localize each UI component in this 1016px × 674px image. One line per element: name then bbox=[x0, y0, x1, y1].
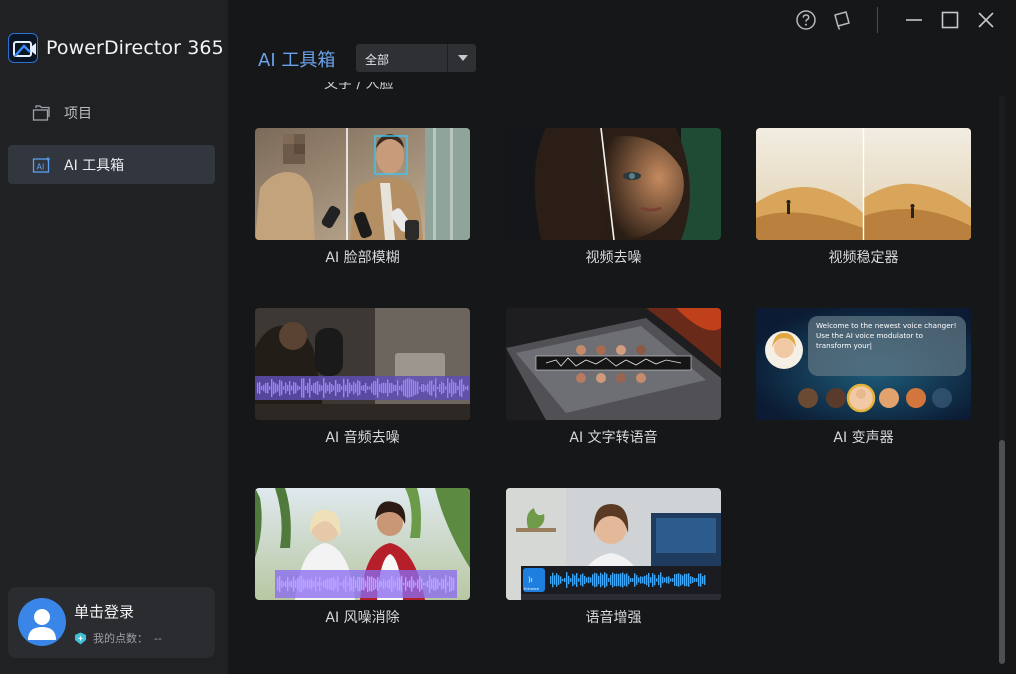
user-avatar-icon[interactable] bbox=[18, 598, 66, 646]
app-name: PowerDirector 365 bbox=[46, 37, 224, 59]
points-value: -- bbox=[154, 631, 162, 645]
points-label: 我的点数： bbox=[93, 632, 148, 645]
scrollbar-thumb[interactable] bbox=[999, 440, 1005, 664]
help-button[interactable] bbox=[792, 8, 820, 32]
video-denoise-thumbnail bbox=[506, 128, 721, 240]
tool-card-ai-audio-denoise[interactable]: AI 音频去噪 bbox=[255, 308, 470, 447]
tool-card-ai-wind-noise-removal[interactable]: AI 风噪消除 bbox=[255, 488, 470, 627]
sidebar-item-label: 项目 bbox=[64, 105, 92, 122]
minimize-icon bbox=[906, 19, 922, 21]
svg-text:Use the AI voice modulator to: Use the AI voice modulator to bbox=[816, 331, 923, 340]
ai-face-blur-thumbnail bbox=[255, 128, 470, 240]
video-stabilizer-thumbnail bbox=[756, 128, 971, 240]
tool-card-speech-enhancement[interactable]: )ı Enhance 语音增强 bbox=[506, 488, 721, 627]
titlebar-separator bbox=[877, 7, 878, 33]
ai-voice-changer-thumbnail: Welcome to the newest voice changer! Use… bbox=[756, 308, 971, 420]
main-panel: AI 工具箱 全部 文字 / 人脸 AI 脸部模糊 视频去噪 视频稳定器 AI … bbox=[228, 0, 1016, 674]
svg-text:AI: AI bbox=[37, 162, 45, 171]
svg-text:transform your|: transform your| bbox=[816, 341, 872, 350]
tool-label: 视频稳定器 bbox=[828, 250, 899, 266]
sidebar-item-ai-toolbox[interactable]: AI AI 工具箱 bbox=[8, 145, 215, 184]
login-link[interactable]: 单击登录 bbox=[74, 601, 134, 622]
svg-text:Welcome to the newest voice ch: Welcome to the newest voice changer! bbox=[816, 321, 956, 330]
tool-label: AI 变声器 bbox=[833, 430, 894, 446]
category-filter-value: 全部 bbox=[365, 53, 390, 67]
tool-label: AI 文字转语音 bbox=[569, 430, 658, 446]
svg-text:Enhance: Enhance bbox=[524, 587, 539, 591]
user-card: 单击登录 我的点数： -- bbox=[8, 587, 215, 658]
maximize-icon bbox=[941, 11, 959, 29]
tool-label: 视频去噪 bbox=[585, 250, 642, 266]
ai-audio-denoise-thumbnail bbox=[255, 308, 470, 420]
ai-toolbox-icon: AI bbox=[32, 155, 52, 175]
sidebar-item-label: AI 工具箱 bbox=[64, 157, 125, 174]
speech-enhancement-thumbnail: )ı Enhance bbox=[506, 488, 721, 600]
megaphone-icon bbox=[834, 11, 850, 30]
folder-icon bbox=[32, 103, 52, 123]
tool-card-ai-face-blur[interactable]: AI 脸部模糊 bbox=[255, 128, 470, 267]
tool-card-ai-voice-changer[interactable]: Welcome to the newest voice changer! Use… bbox=[756, 308, 971, 447]
powerdirector-logo-icon bbox=[8, 33, 38, 63]
tool-card-video-stabilizer[interactable]: 视频稳定器 bbox=[756, 128, 971, 267]
maximize-button[interactable] bbox=[936, 8, 964, 32]
category-filter-dropdown[interactable]: 全部 bbox=[356, 44, 476, 72]
sidebar: PowerDirector 365 项目 AI AI 工具箱 单击登录 我的点数… bbox=[0, 0, 228, 674]
help-icon bbox=[796, 10, 816, 30]
chevron-down-icon bbox=[447, 44, 477, 72]
ai-wind-noise-removal-thumbnail bbox=[255, 488, 470, 600]
tool-card-ai-text-to-speech[interactable]: AI 文字转语音 bbox=[506, 308, 721, 447]
ai-text-to-speech-thumbnail bbox=[506, 308, 721, 420]
close-icon bbox=[978, 12, 994, 28]
tool-label: 语音增强 bbox=[585, 610, 642, 626]
sidebar-item-projects[interactable]: 项目 bbox=[8, 93, 215, 132]
points-icon bbox=[74, 632, 87, 645]
announcement-button[interactable] bbox=[828, 8, 856, 32]
section-heading-partial: 文字 / 人脸 bbox=[324, 82, 394, 92]
tool-label: AI 音频去噪 bbox=[325, 430, 400, 446]
svg-text:)ı: )ı bbox=[528, 576, 533, 584]
close-button[interactable] bbox=[972, 8, 1000, 32]
tool-card-video-denoise[interactable]: 视频去噪 bbox=[506, 128, 721, 267]
minimize-button[interactable] bbox=[900, 8, 928, 32]
points-row: 我的点数： -- bbox=[74, 630, 162, 646]
brand: PowerDirector 365 bbox=[8, 33, 224, 63]
tool-label: AI 脸部模糊 bbox=[325, 250, 400, 266]
page-title: AI 工具箱 bbox=[258, 50, 336, 71]
tool-label: AI 风噪消除 bbox=[325, 610, 400, 626]
